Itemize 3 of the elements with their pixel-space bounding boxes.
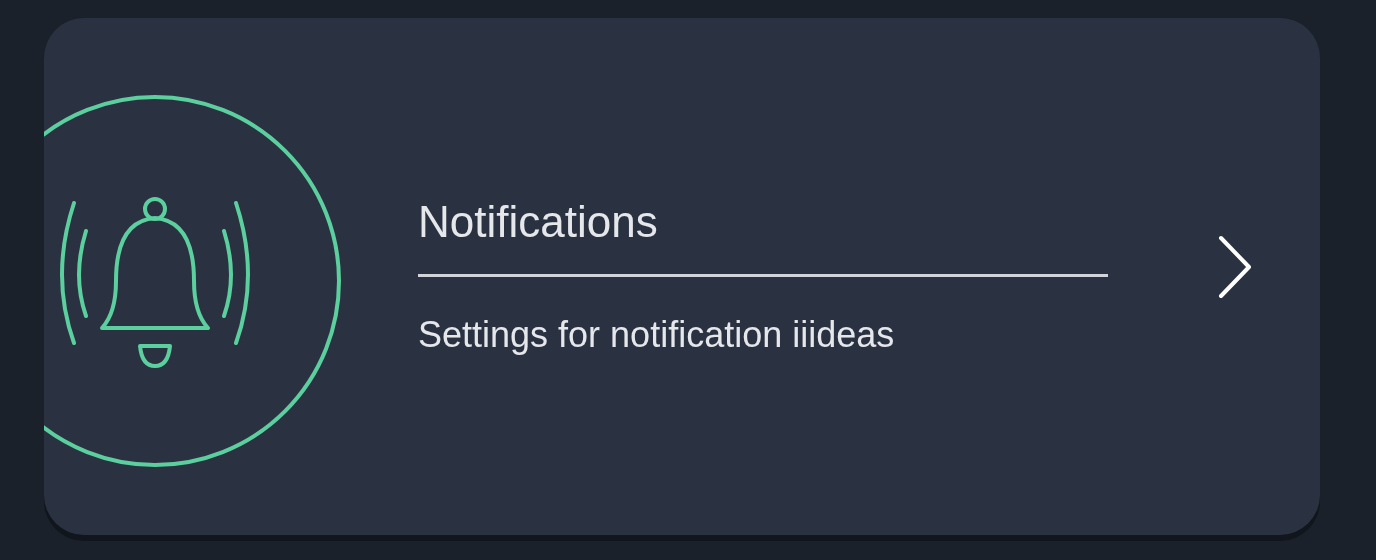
- card-title: Notifications: [418, 196, 659, 248]
- card-subtitle: Settings for notification iiideas: [418, 313, 896, 357]
- chevron-right-icon: [1218, 234, 1252, 299]
